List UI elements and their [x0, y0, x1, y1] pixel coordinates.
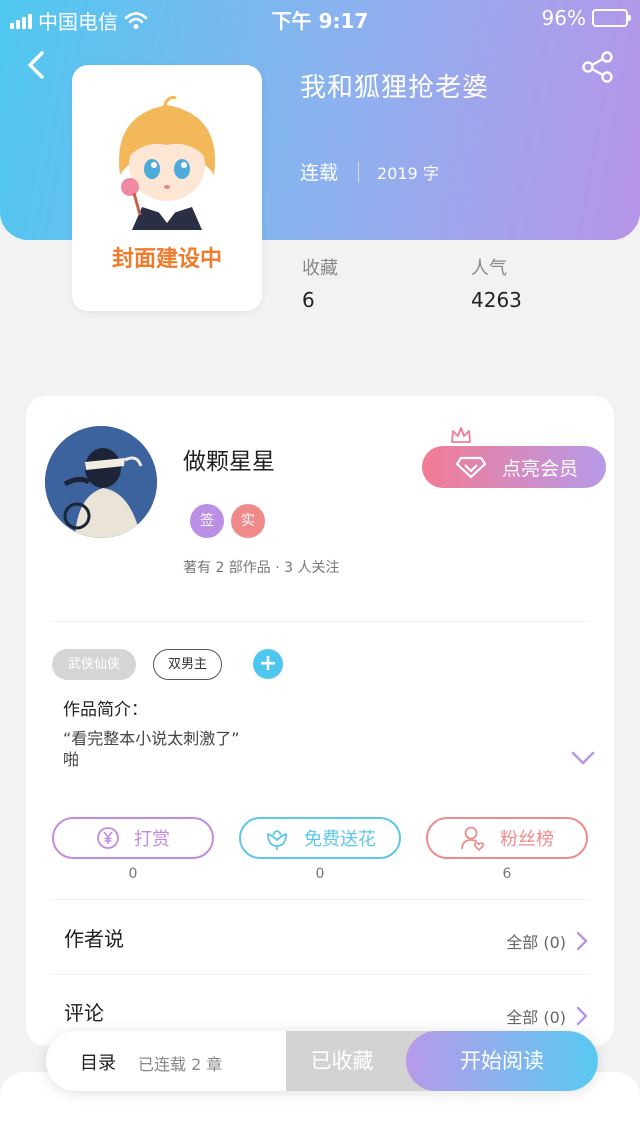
share-icon — [582, 51, 613, 83]
stat-popularity: 人气 4263 — [471, 254, 522, 312]
author-name[interactable]: 做颗星星 — [183, 442, 275, 476]
book-cover[interactable]: 封面建设中 — [72, 65, 262, 311]
divider — [50, 974, 590, 975]
tip-label: 打赏 — [134, 829, 170, 850]
yen-coin-icon — [97, 827, 119, 849]
flower-icon — [267, 830, 287, 850]
stat-favorites: 收藏 6 — [302, 254, 338, 312]
detail-card: 做颗星星 签 实 著有 2 部作品 · 3 人关注 点亮会员 武侠仙侠 双男主 … — [26, 396, 614, 1046]
author-stats: 著有 2 部作品 · 3 人关注 — [183, 560, 340, 576]
intro-label: 作品简介： — [63, 700, 148, 720]
back-button[interactable] — [22, 48, 52, 82]
intro-text: “看完整本小说太刺激了” 啪 — [63, 729, 240, 769]
chevron-left-icon — [28, 51, 44, 79]
divider — [50, 621, 590, 622]
chevron-right-icon — [576, 1006, 588, 1026]
author-says-link[interactable]: 全部 (0) — [506, 929, 588, 953]
comments-count: 全部 (0) — [506, 1008, 566, 1027]
book-title: 我和狐狸抢老婆 — [300, 73, 490, 103]
tip-count: 0 — [128, 866, 138, 882]
tip-button[interactable]: 打赏 — [52, 817, 214, 859]
vip-button-label: 点亮会员 — [501, 457, 578, 480]
tag-genre[interactable]: 武侠仙侠 — [52, 649, 136, 680]
avatar-illustration — [45, 426, 157, 538]
battery-percent: 96% — [541, 6, 586, 30]
chapter-count: 已连载 2 章 — [138, 1055, 223, 1074]
crown-icon — [451, 427, 471, 443]
start-reading-button[interactable]: 开始阅读 — [406, 1031, 598, 1091]
comments-link[interactable]: 全部 (0) — [506, 1004, 588, 1028]
fan-user-icon — [461, 826, 485, 851]
chevron-down-icon — [571, 751, 595, 765]
vip-button[interactable]: 点亮会员 — [422, 446, 606, 488]
fan-ranking-label: 粉丝榜 — [500, 829, 554, 850]
fan-count: 6 — [502, 866, 512, 882]
stat-value: 6 — [302, 288, 315, 312]
divider — [50, 899, 590, 900]
signed-badge: 签 — [190, 504, 224, 538]
battery-icon — [592, 9, 631, 27]
send-flower-button[interactable]: 免费送花 — [239, 817, 401, 859]
cover-caption: 封面建设中 — [111, 247, 222, 272]
meta-divider — [358, 161, 360, 182]
author-says-label: 作者说 — [64, 927, 124, 951]
cover-illustration — [118, 95, 216, 230]
add-tag-button[interactable]: + — [253, 649, 283, 679]
serial-status: 连载 — [300, 162, 339, 184]
chevron-right-icon — [576, 931, 588, 951]
book-meta: 连载 2019 字 — [300, 158, 439, 185]
comments-label: 评论 — [64, 1001, 104, 1025]
expand-intro-button[interactable] — [570, 748, 596, 768]
toc-button[interactable]: 目录 — [80, 1049, 116, 1075]
tag-theme[interactable]: 双男主 — [153, 649, 222, 680]
fan-ranking-button[interactable]: 粉丝榜 — [426, 817, 588, 859]
bottom-action-bar: 目录 已连载 2 章 已收藏 开始阅读 — [46, 1031, 598, 1091]
author-avatar[interactable] — [45, 426, 157, 538]
author-says-count: 全部 (0) — [506, 933, 566, 952]
send-flower-label: 免费送花 — [304, 829, 376, 850]
stat-label: 收藏 — [302, 258, 338, 279]
diamond-icon — [455, 456, 486, 479]
flower-count: 0 — [315, 866, 325, 882]
stat-label: 人气 — [471, 258, 507, 279]
verified-badge: 实 — [231, 504, 265, 538]
share-button[interactable] — [580, 50, 616, 84]
status-bar: 中国电信 下午 9:17 96% — [0, 0, 640, 34]
word-count: 2019 字 — [377, 163, 439, 183]
stat-value: 4263 — [471, 288, 522, 312]
